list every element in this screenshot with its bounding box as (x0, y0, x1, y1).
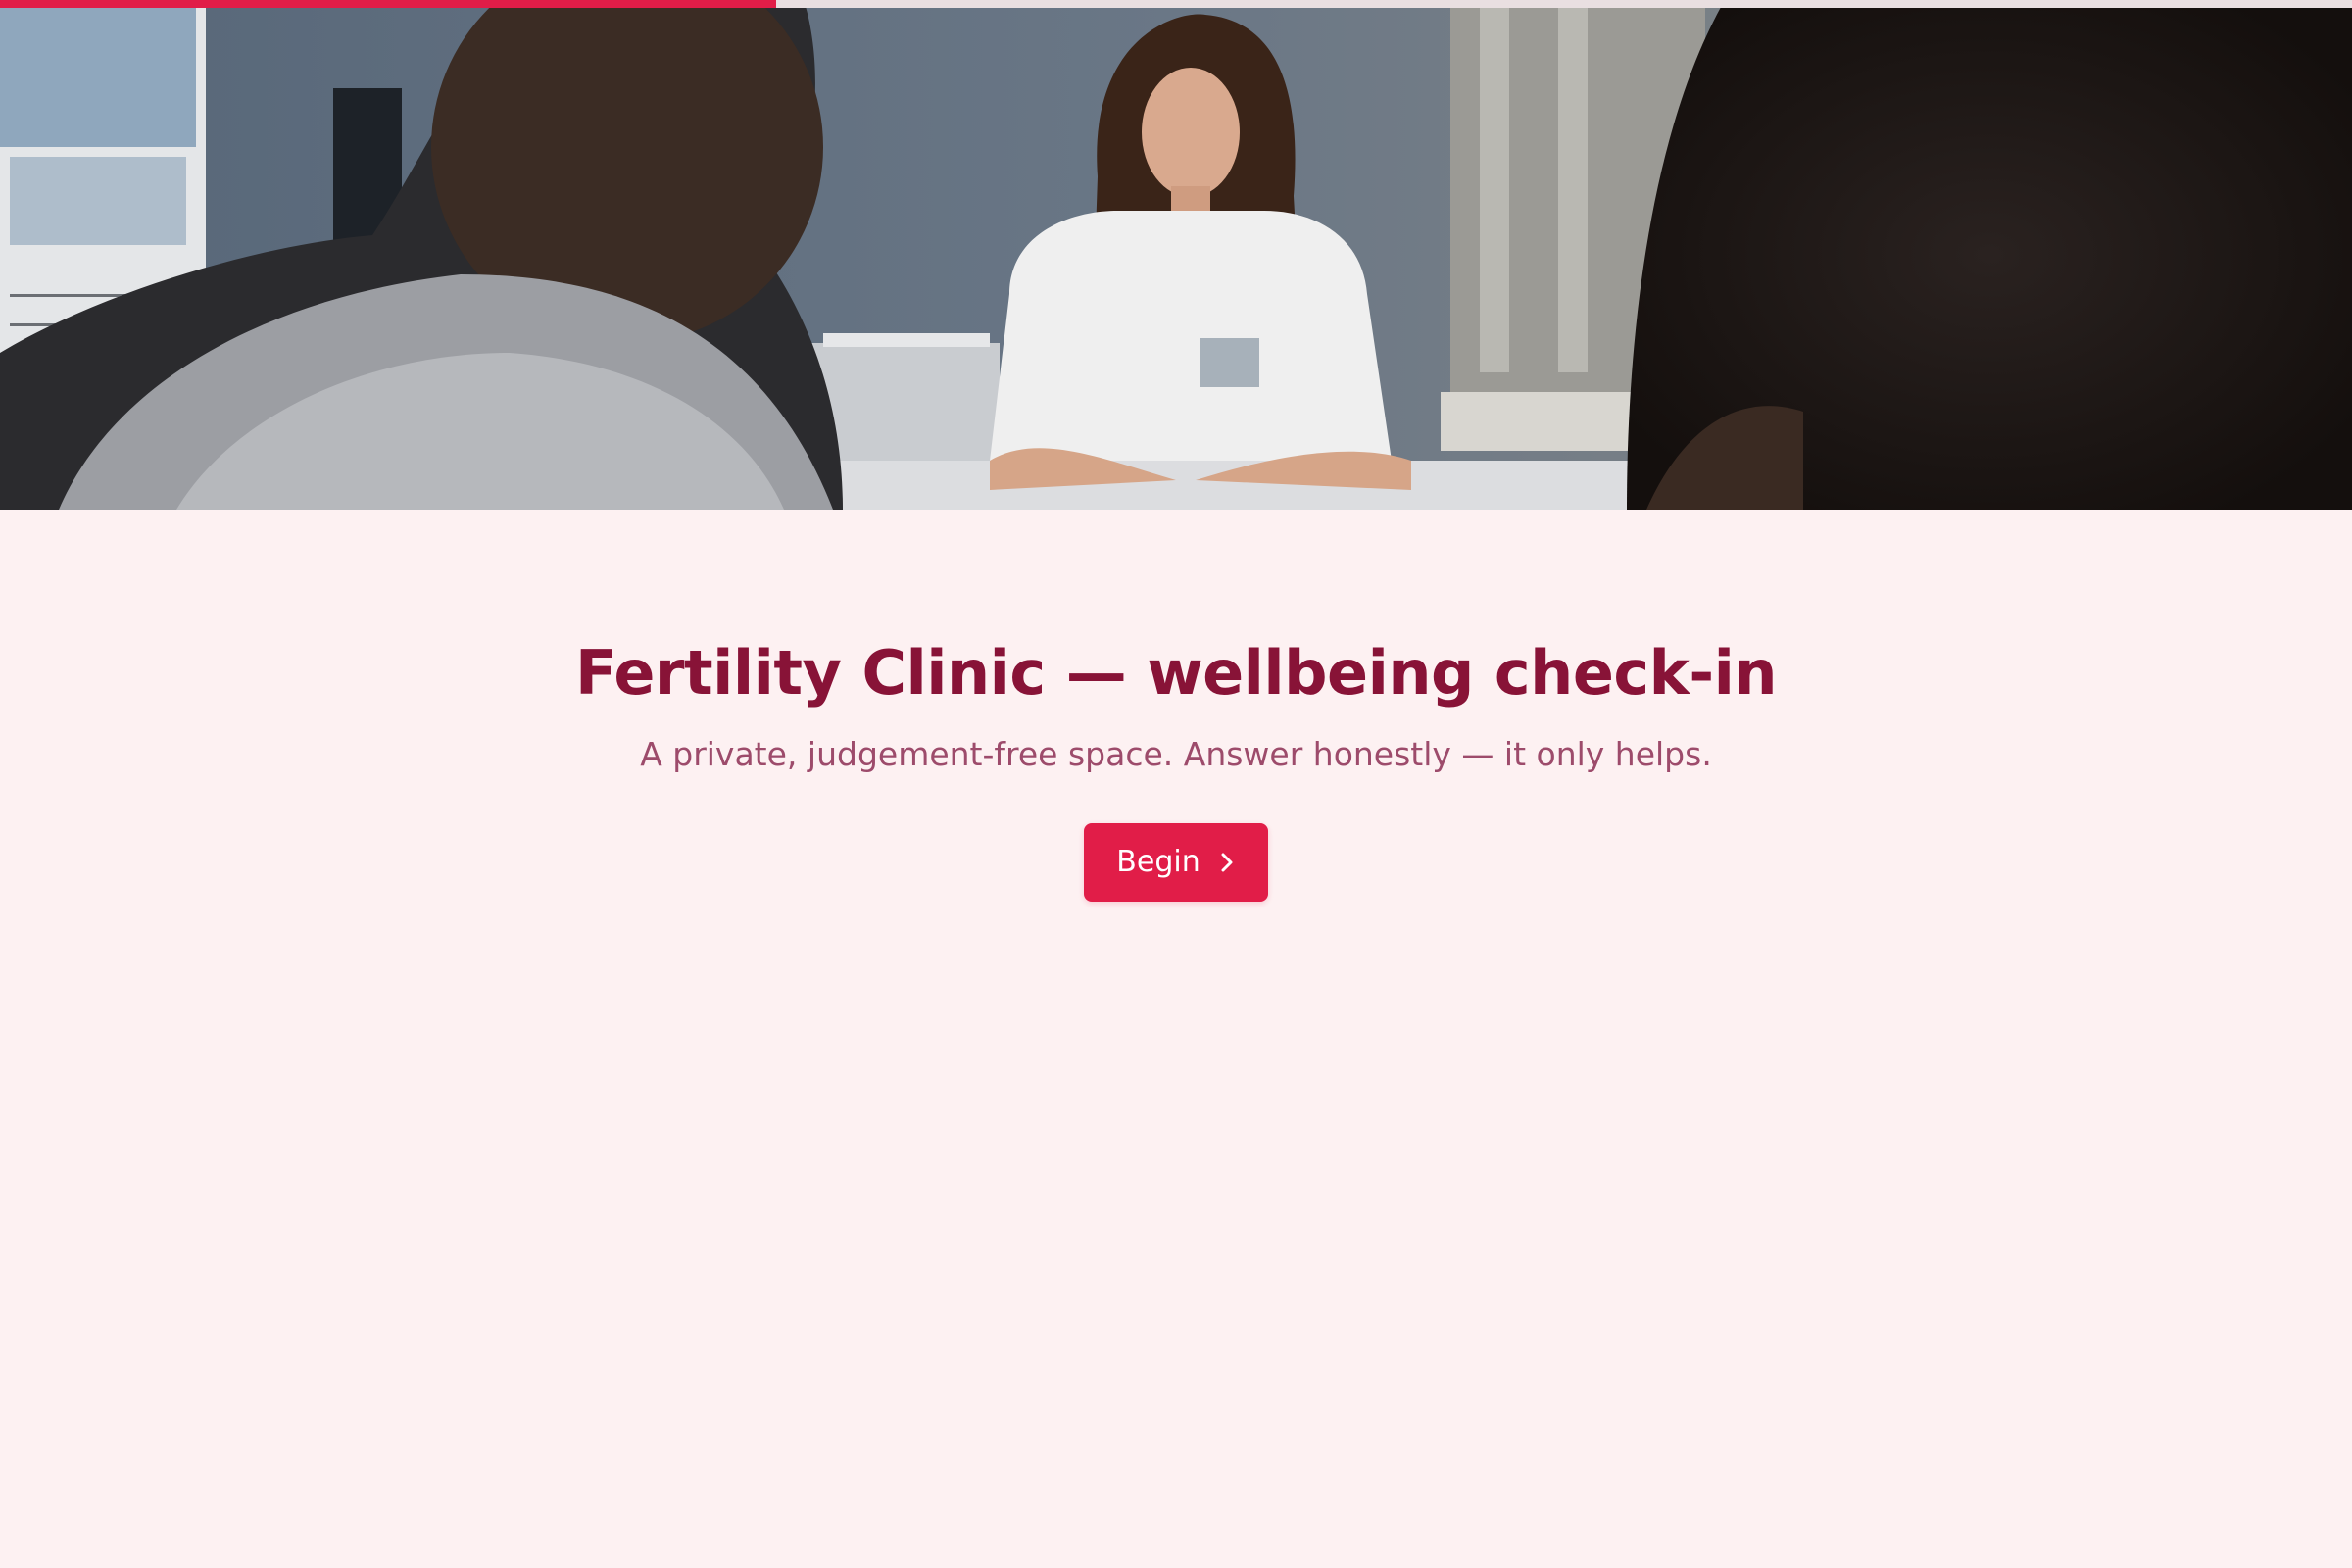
page-title: Fertility Clinic — wellbeing check-in (575, 637, 1777, 709)
progress-bar-fill (0, 0, 776, 8)
page-subtitle: A private, judgement-free space. Answer … (640, 735, 1712, 774)
chevron-right-icon (1218, 852, 1236, 873)
intro-section: Fertility Clinic — wellbeing check-in A … (0, 510, 2352, 902)
begin-button[interactable]: Begin (1084, 822, 1268, 902)
hero-image (0, 0, 2352, 510)
begin-button-label: Begin (1116, 845, 1200, 880)
clinic-consultation-photo (0, 0, 2352, 510)
progress-bar (0, 0, 2352, 8)
